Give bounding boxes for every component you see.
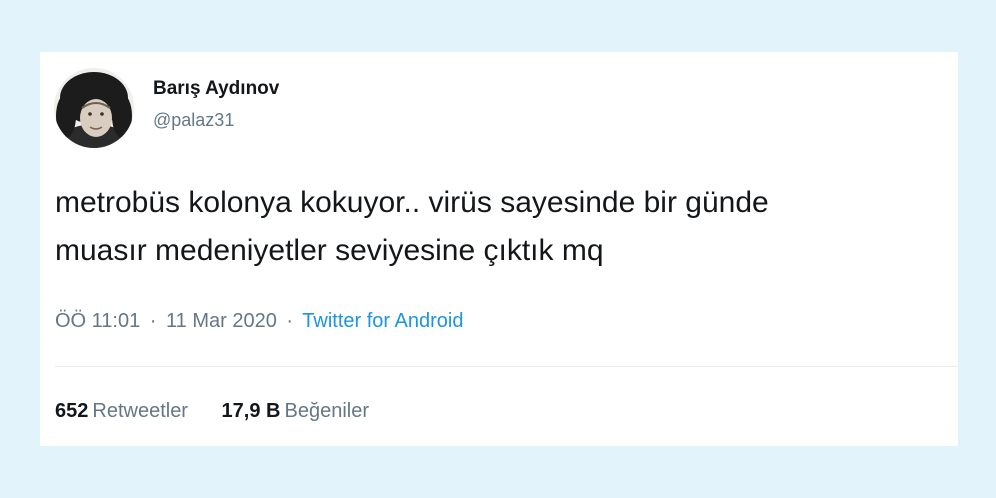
tweet-text-line: metrobüs kolonya kokuyor.. virüs sayesin… <box>55 186 769 219</box>
author-name[interactable]: Barış Aydınov <box>153 78 279 100</box>
likes-stat[interactable]: 17,9 B Beğeniler <box>222 400 369 423</box>
retweets-stat[interactable]: 652 Retweetler <box>55 400 188 423</box>
divider <box>55 366 958 367</box>
tweet-meta: ÖÖ 11:01 · 11 Mar 2020 · Twitter for And… <box>55 310 463 333</box>
retweets-count: 652 <box>55 400 89 422</box>
tweet-text-line: muasır medeniyetler seviyesine çıktık mq <box>55 234 604 267</box>
likes-label: Beğeniler <box>284 400 369 422</box>
tweet-time[interactable]: ÖÖ 11:01 <box>55 310 140 332</box>
retweets-label: Retweetler <box>92 400 188 422</box>
tweet-stats: 652 Retweetler 17,9 B Beğeniler <box>55 400 397 423</box>
meta-separator: · <box>286 310 294 332</box>
likes-count: 17,9 B <box>221 400 281 422</box>
tweet-text: metrobüs kolonya kokuyor.. virüs sayesin… <box>55 179 950 275</box>
user-avatar-icon <box>54 68 134 148</box>
tweet-date[interactable]: 11 Mar 2020 <box>166 310 277 332</box>
author-avatar[interactable] <box>54 68 134 148</box>
tweet-card: Barış Aydınov @palaz31 metrobüs kolonya … <box>40 52 958 446</box>
author-handle[interactable]: @palaz31 <box>153 110 234 131</box>
meta-separator: · <box>149 310 157 332</box>
tweet-source-link[interactable]: Twitter for Android <box>302 310 463 332</box>
